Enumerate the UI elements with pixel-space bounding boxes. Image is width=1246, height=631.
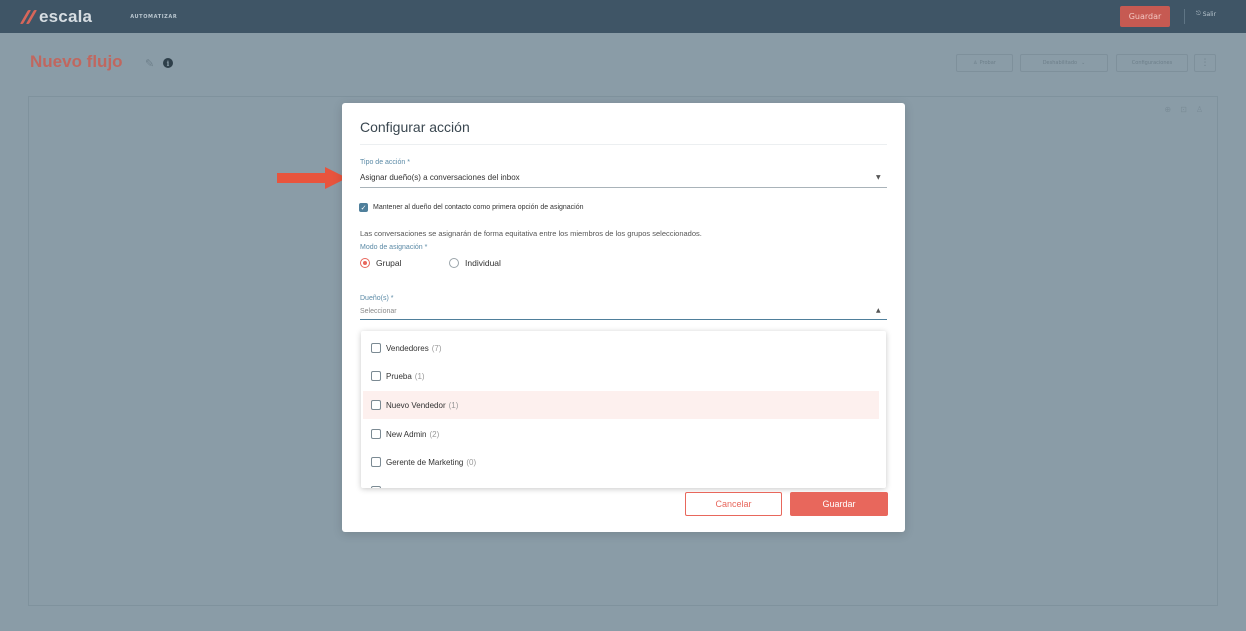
escala-logo[interactable]: escala [22, 7, 92, 27]
caret-down-icon[interactable]: ▼ [876, 174, 881, 181]
owners-label: Dueño(s) * [360, 295, 394, 302]
radio-grupal[interactable]: Grupal [360, 258, 402, 268]
owners-underline [360, 319, 887, 320]
zoom-icon[interactable]: ⊕ [1164, 105, 1171, 114]
edit-pencil-icon[interactable]: ✎ [145, 57, 159, 70]
page-title: Nuevo flujo [30, 52, 123, 71]
option-name: Gerente de Marketing [386, 457, 464, 467]
status-label: Deshabilitado [1042, 60, 1078, 66]
user-icon: ♙ [973, 60, 978, 66]
action-type-label: Tipo de acción * [360, 159, 410, 166]
top-save-button[interactable]: Guardar [1120, 6, 1170, 27]
list-item[interactable]: Prueba (1) [361, 362, 886, 390]
cancel-button[interactable]: Cancelar [685, 492, 782, 516]
list-item[interactable]: New Admin (2) [361, 420, 886, 448]
person-icon[interactable]: ♙ [1196, 105, 1203, 114]
option-name: Vendedores [386, 343, 429, 353]
exit-label: Salir [1202, 10, 1217, 18]
checkbox[interactable] [371, 457, 381, 467]
radio-individual-button[interactable] [449, 258, 459, 268]
checkbox[interactable] [371, 343, 381, 353]
more-vertical-icon: ⋮ [1200, 58, 1210, 68]
save-button[interactable]: Guardar [790, 492, 888, 516]
nav-item-automatizar[interactable]: AUTOMATIZAR [130, 14, 177, 20]
test-button[interactable]: ♙ Probar [956, 54, 1013, 72]
status-dropdown[interactable]: Deshabilitado ⌄ [1020, 54, 1108, 72]
list-item[interactable]: Nuevo Vendedor (1) [363, 391, 879, 419]
keep-owner-label: Mantener al dueño del contacto como prim… [373, 204, 584, 211]
option-name: New Admin [386, 429, 427, 439]
action-type-select[interactable]: Asignar dueño(s) a conversaciones del in… [360, 173, 520, 182]
checkbox[interactable] [371, 486, 381, 488]
radio-individual[interactable]: Individual [449, 258, 501, 268]
info-icon[interactable]: i [163, 58, 173, 68]
radio-individual-label: Individual [465, 258, 501, 268]
radio-grupal-label: Grupal [376, 258, 402, 268]
option-count: (1) [448, 400, 459, 410]
assignment-info-text: Las conversaciones se asignarán de forma… [360, 229, 702, 238]
top-navbar: escala AUTOMATIZAR Guardar ⎋ Salir [0, 0, 1246, 33]
fit-icon[interactable]: ⊡ [1180, 105, 1187, 114]
modal-divider [360, 144, 887, 145]
owners-dropdown-list: Vendedores (7) Prueba (1) Nuevo Vendedor… [361, 331, 886, 488]
list-item-partial[interactable] [361, 477, 886, 488]
logo-mark-icon [22, 10, 36, 24]
exit-button[interactable]: ⎋ Salir [1196, 10, 1216, 18]
radio-grupal-button[interactable] [360, 258, 370, 268]
exit-icon: ⎋ [1196, 10, 1201, 17]
config-label: Configuraciones [1131, 60, 1173, 66]
option-count: (2) [429, 429, 440, 439]
list-item[interactable]: Vendedores (7) [361, 334, 886, 362]
annotation-arrow-icon [277, 167, 347, 189]
keep-owner-checkbox[interactable]: ✓ [359, 203, 368, 212]
option-name: Prueba [386, 371, 412, 381]
action-type-underline [360, 187, 887, 188]
checkbox[interactable] [371, 429, 381, 439]
checkbox[interactable] [371, 400, 381, 410]
test-label: Probar [979, 60, 996, 66]
canvas-tools: ⊕ ⊡ ♙ [1164, 105, 1203, 114]
topbar-divider [1184, 9, 1185, 24]
config-button[interactable]: Configuraciones [1116, 54, 1188, 72]
logo-text: escala [39, 6, 93, 26]
owners-select[interactable]: Seleccionar [360, 308, 397, 315]
option-count: (7) [431, 343, 442, 353]
more-options-button[interactable]: ⋮ [1194, 54, 1216, 72]
option-count: (0) [466, 457, 477, 467]
option-name: Nuevo Vendedor [386, 400, 446, 410]
list-item[interactable]: Gerente de Marketing (0) [361, 448, 886, 476]
caret-up-icon[interactable]: ▲ [876, 307, 881, 314]
option-count: (1) [414, 371, 425, 381]
assignment-mode-label: Modo de asignación * [360, 244, 428, 251]
configure-action-modal: Configurar acción Tipo de acción * Asign… [342, 103, 905, 532]
chevron-down-icon: ⌄ [1081, 60, 1086, 66]
keep-owner-checkbox-row[interactable]: ✓ Mantener al dueño del contacto como pr… [359, 203, 584, 212]
checkbox[interactable] [371, 371, 381, 381]
modal-title: Configurar acción [360, 119, 470, 135]
